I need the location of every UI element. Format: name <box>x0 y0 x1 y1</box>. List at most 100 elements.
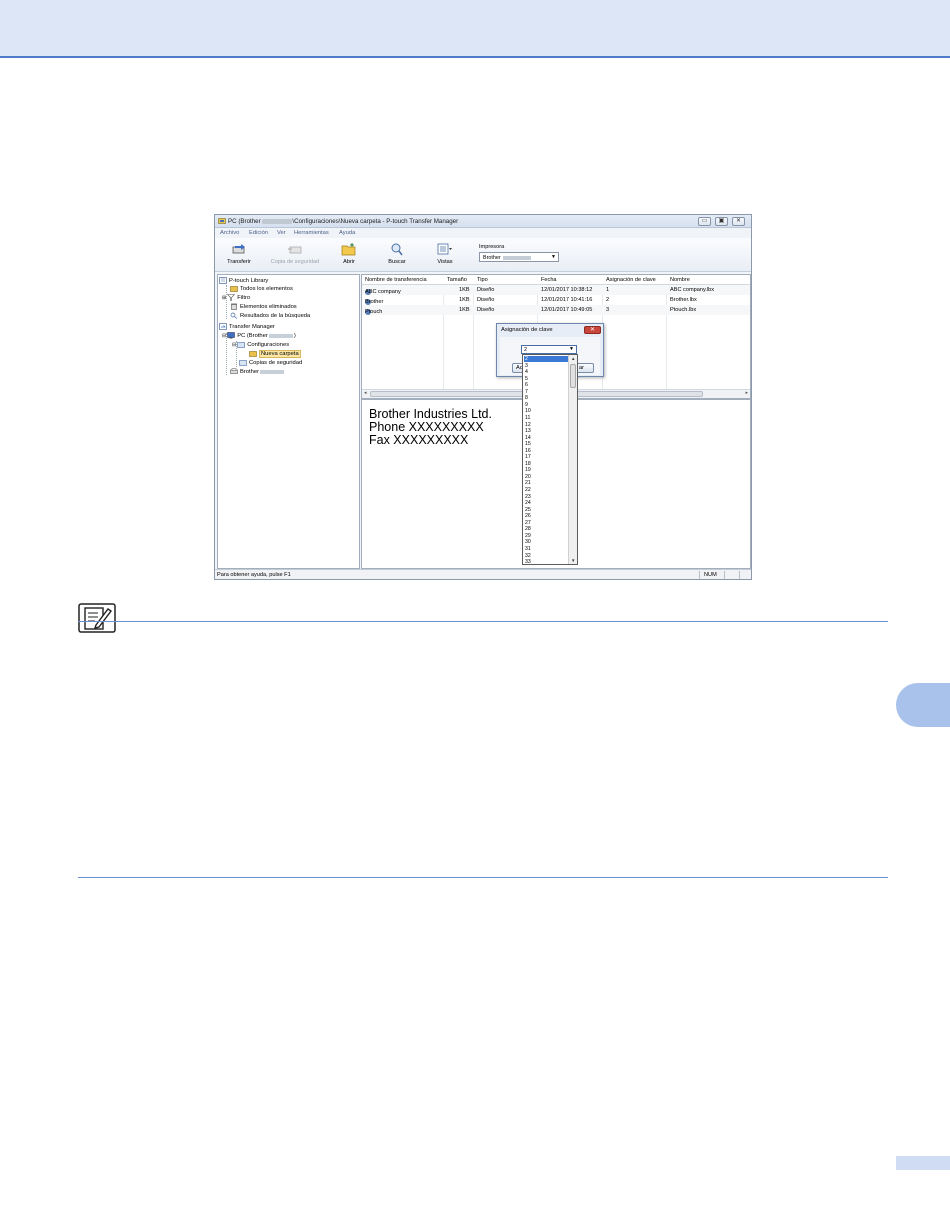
dropdown-option[interactable]: 22 <box>524 487 568 493</box>
preview-line-2: Phone XXXXXXXXX <box>369 420 484 434</box>
backup-button[interactable]: Copia de seguridad <box>267 241 323 271</box>
views-icon <box>437 243 452 255</box>
column-header-key[interactable]: Asignación de clave <box>606 277 656 283</box>
key-dropdown-list[interactable]: ▲ ▼ 2 3 4 5 6 7 8 9 10 11 12 13 14 15 16 17 18 19 20 21 22 23… <box>522 354 578 565</box>
column-header-name[interactable]: Nombre de transferencia <box>365 277 427 283</box>
open-folder-icon <box>341 243 356 256</box>
close-button[interactable]: ✕ <box>732 217 745 226</box>
menu-herramientas[interactable]: Herramientas <box>294 230 329 236</box>
menu-archivo[interactable]: Archivo <box>220 230 239 236</box>
dropdown-option[interactable]: 3 <box>524 363 568 369</box>
preview-line-3: Fax XXXXXXXXX <box>369 433 469 447</box>
backups-icon <box>239 360 247 366</box>
menu-ayuda[interactable]: Ayuda <box>339 230 355 236</box>
column-header-type[interactable]: Tipo <box>477 277 488 283</box>
dropdown-option[interactable]: 26 <box>524 513 568 519</box>
dropdown-option[interactable]: 18 <box>524 461 568 467</box>
dropdown-option[interactable]: 25 <box>524 507 568 513</box>
dropdown-option[interactable]: 13 <box>524 428 568 434</box>
tree-item-backups[interactable]: Copias de seguridad <box>239 359 302 367</box>
dropdown-option[interactable]: 7 <box>524 389 568 395</box>
page-header-band <box>0 0 950 58</box>
folder-icon <box>230 286 238 292</box>
list-row[interactable]: Brother 1KB Diseño 12/01/2017 10:41:16 2… <box>362 295 750 305</box>
dropdown-option[interactable]: 23 <box>524 494 568 500</box>
tree-item-brother[interactable]: Brother <box>230 368 285 376</box>
scroll-down-icon[interactable]: ▼ <box>571 558 575 563</box>
backup-icon <box>288 246 302 254</box>
printer-icon <box>230 368 238 374</box>
open-button[interactable]: Abrir <box>329 241 369 271</box>
note-icon <box>78 603 116 633</box>
list-row[interactable]: Ptouch 1KB Diseño 12/01/2017 10:49:05 3 … <box>362 305 750 315</box>
dropdown-scrollbar[interactable]: ▲ ▼ <box>568 355 577 564</box>
page-number-box <box>896 1156 950 1170</box>
dropdown-option[interactable]: 32 <box>524 553 568 559</box>
folder-icon <box>249 351 257 357</box>
search-button[interactable]: Buscar <box>377 241 417 271</box>
transfer-button[interactable]: Transferir <box>219 241 259 271</box>
dropdown-option[interactable]: 10 <box>524 408 568 414</box>
dropdown-scroll-thumb[interactable] <box>570 364 576 388</box>
dropdown-option[interactable]: 16 <box>524 448 568 454</box>
tree-item-search-results[interactable]: Resultados de la búsqueda <box>230 312 310 320</box>
dropdown-option[interactable]: 21 <box>524 480 568 486</box>
dropdown-option[interactable]: 9 <box>524 402 568 408</box>
dropdown-option[interactable]: 12 <box>524 422 568 428</box>
dropdown-option[interactable]: 8 <box>524 395 568 401</box>
key-combo-box[interactable]: 2 ▼ <box>521 345 577 354</box>
dropdown-option[interactable]: 28 <box>524 526 568 532</box>
search-icon <box>391 243 403 256</box>
tree-item-deleted[interactable]: Elementos eliminados <box>230 303 297 311</box>
dropdown-option[interactable]: 4 <box>524 369 568 375</box>
dropdown-option[interactable]: 17 <box>524 454 568 460</box>
dropdown-option[interactable]: 24 <box>524 500 568 506</box>
transfer-manager-icon <box>219 323 227 330</box>
dropdown-option[interactable]: 20 <box>524 474 568 480</box>
dropdown-option[interactable]: 14 <box>524 435 568 441</box>
tree-item-library[interactable]: P-touch Library <box>219 277 268 285</box>
column-header-filename[interactable]: Nombre <box>670 277 690 283</box>
transfer-label: Transferir <box>227 259 251 265</box>
filter-icon <box>227 294 236 301</box>
dropdown-option[interactable]: 6 <box>524 382 568 388</box>
tree-item-configurations[interactable]: ⊟ Configuraciones <box>232 341 289 349</box>
column-header-date[interactable]: Fecha <box>541 277 557 283</box>
dropdown-option[interactable]: 5 <box>524 376 568 382</box>
dropdown-option[interactable]: 29 <box>524 533 568 539</box>
menu-ver[interactable]: Ver <box>277 230 286 236</box>
tree-item-transfer-manager[interactable]: Transfer Manager <box>219 323 275 331</box>
app-icon <box>218 218 226 224</box>
dropdown-option[interactable]: 15 <box>524 441 568 447</box>
dropdown-option[interactable]: 19 <box>524 467 568 473</box>
num-lock-indicator: NUM <box>704 572 717 578</box>
dialog-close-button[interactable]: ✕ <box>584 326 601 334</box>
scroll-up-icon[interactable]: ▲ <box>571 356 575 361</box>
tree-item-filter[interactable]: ⊞ Filtro <box>222 294 250 302</box>
column-header-size[interactable]: Tamaño <box>447 277 467 283</box>
dropdown-option[interactable]: 31 <box>524 546 568 552</box>
scroll-right-icon[interactable]: ▸ <box>745 390 748 396</box>
dropdown-option[interactable]: 30 <box>524 539 568 545</box>
views-button[interactable]: Vistas <box>425 241 465 271</box>
printer-select[interactable]: Brother ▼ <box>479 252 559 262</box>
chevron-down-icon: ▼ <box>551 254 556 260</box>
tree-item-pc[interactable]: ⊟ PC (Brother) <box>222 332 296 340</box>
menu-edicion[interactable]: Edición <box>249 230 268 236</box>
backup-label: Copia de seguridad <box>270 259 320 265</box>
dropdown-option[interactable]: 11 <box>524 415 568 421</box>
toolbar: Transferir Copia de seguridad Abrir Busc… <box>215 238 751 272</box>
scroll-left-icon[interactable]: ◂ <box>364 390 367 396</box>
tree-item-all-items[interactable]: Todos los elementos <box>230 285 293 293</box>
minimize-button[interactable]: ▭ <box>698 217 711 226</box>
search-label: Buscar <box>388 259 406 265</box>
dropdown-option[interactable]: 27 <box>524 520 568 526</box>
list-row[interactable]: ABC company 1KB Diseño 12/01/2017 10:38:… <box>362 285 750 295</box>
dropdown-option[interactable]: 33 <box>524 559 568 564</box>
trash-icon <box>231 303 237 310</box>
dropdown-option[interactable]: 2 <box>524 356 568 363</box>
note-bottom-rule <box>78 877 888 878</box>
tree-item-new-folder[interactable]: Nueva carpeta <box>249 350 301 359</box>
configurations-icon <box>237 342 246 348</box>
maximize-button[interactable]: ▣ <box>715 217 728 226</box>
